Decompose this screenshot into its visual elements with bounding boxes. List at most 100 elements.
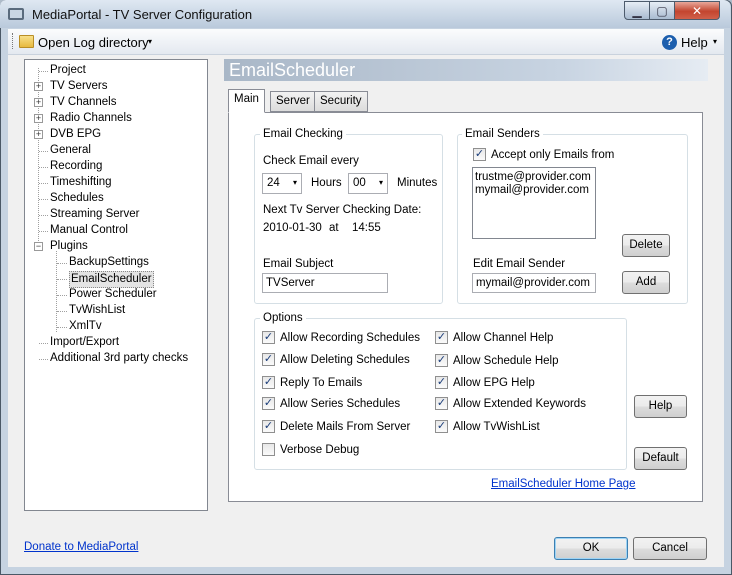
tree-item-manual-control[interactable]: Manual Control [50,223,128,238]
minimize-icon: ▁ [632,3,642,18]
minutes-label: Minutes [397,177,438,189]
expand-icon[interactable]: + [34,82,43,91]
allow-deleting-schedules-label: Allow Deleting Schedules [280,354,410,366]
open-log-directory-button[interactable]: Open Log directory [38,35,149,50]
allow-series-schedules-label: Allow Series Schedules [280,398,401,410]
email-subject-label: Email Subject [263,258,334,270]
tree-connector [39,167,48,168]
tree-item-tvwishlist[interactable]: TvWishList [69,303,125,318]
email-senders-list[interactable]: trustme@provider.com mymail@provider.com [472,167,596,239]
open-log-dropdown-icon[interactable]: ▾ [148,37,152,46]
allow-channel-help-checkbox[interactable]: ✓ [435,331,448,344]
tree-item-general[interactable]: General [50,143,91,158]
maximize-button[interactable]: ▢ [649,1,675,20]
allow-channel-help-label: Allow Channel Help [453,332,554,344]
allow-recording-schedules-checkbox[interactable]: ✓ [262,331,275,344]
allow-series-schedules-checkbox[interactable]: ✓ [262,397,275,410]
allow-tvwishlist-label: Allow TvWishList [453,421,540,433]
close-icon: ✕ [691,3,703,18]
reply-to-emails-label: Reply To Emails [280,377,363,389]
default-button[interactable]: Default [634,447,687,470]
tree-connector [39,343,48,344]
home-page-link[interactable]: EmailScheduler Home Page [491,478,635,490]
cancel-button[interactable]: Cancel [633,537,707,560]
next-checking-date-value: 2010-01-30 [263,222,322,234]
tree-item-emailscheduler[interactable]: EmailScheduler [69,271,154,288]
next-checking-date-label: Next Tv Server Checking Date: [263,204,422,216]
hours-select[interactable]: 24 ▾ [262,173,302,194]
hours-label: Hours [311,177,342,189]
tree-item-tv-channels[interactable]: TV Channels [50,95,116,110]
allow-deleting-schedules-checkbox[interactable]: ✓ [262,353,275,366]
check-icon: ✓ [436,354,447,366]
settings-tree[interactable]: Project + TV Servers + TV Channels + Radio Cha… [24,59,208,511]
allow-tvwishlist-checkbox[interactable]: ✓ [435,420,448,433]
expand-icon[interactable]: + [34,98,43,107]
delete-mails-from-server-checkbox[interactable]: ✓ [262,420,275,433]
next-checking-time-value: 14:55 [352,222,381,234]
tree-item-streaming-server[interactable]: Streaming Server [50,207,139,222]
tree-connector [39,151,48,152]
add-sender-button[interactable]: Add [622,271,670,294]
check-icon: ✓ [474,148,485,160]
tree-connector [57,279,67,280]
at-label: at [329,222,339,234]
tree-item-project[interactable]: Project [50,63,86,78]
toolbar-grip-icon[interactable] [12,33,15,49]
tree-item-schedules[interactable]: Schedules [50,191,104,206]
allow-epg-help-checkbox[interactable]: ✓ [435,376,448,389]
allow-recording-schedules-label: Allow Recording Schedules [280,332,420,344]
tree-item-timeshifting[interactable]: Timeshifting [50,175,112,190]
expand-icon[interactable]: + [34,130,43,139]
check-icon: ✓ [263,353,274,365]
tree-root-line [38,68,39,245]
email-subject-input[interactable]: TVServer [262,273,388,293]
tree-item-dvb-epg[interactable]: DVB EPG [50,127,101,142]
help-dropdown-icon[interactable]: ▾ [713,37,717,46]
tree-connector [39,183,48,184]
help-button[interactable]: Help [634,395,687,418]
chevron-down-icon: ▾ [378,178,383,187]
tab-security[interactable]: Security [314,91,368,112]
accept-only-checkbox[interactable]: ✓ [473,148,486,161]
allow-extended-keywords-checkbox[interactable]: ✓ [435,397,448,410]
tab-main[interactable]: Main [228,89,265,113]
reply-to-emails-checkbox[interactable]: ✓ [262,376,275,389]
tab-server[interactable]: Server [270,91,316,112]
folder-icon[interactable] [19,35,34,48]
donate-link[interactable]: Donate to MediaPortal [24,541,138,553]
check-icon: ✓ [263,331,274,343]
tree-item-recording[interactable]: Recording [50,159,102,174]
minimize-button[interactable]: ▁ [624,1,650,20]
check-icon: ✓ [436,331,447,343]
tree-item-power-scheduler[interactable]: Power Scheduler [69,287,157,302]
tree-item-import-export[interactable]: Import/Export [50,335,119,350]
edit-email-sender-input[interactable]: mymail@provider.com [472,273,596,293]
tree-connector [39,359,48,360]
tree-item-additional-3rd-party-checks[interactable]: Additional 3rd party checks [50,351,188,366]
tree-item-radio-channels[interactable]: Radio Channels [50,111,132,126]
minutes-select[interactable]: 00 ▾ [348,173,388,194]
verbose-debug-checkbox[interactable] [262,443,275,456]
ok-button[interactable]: OK [554,537,628,560]
check-icon: ✓ [263,376,274,388]
check-icon: ✓ [436,397,447,409]
help-menu-button[interactable]: Help [681,35,708,50]
tree-item-plugins[interactable]: Plugins [50,239,88,254]
list-item[interactable]: mymail@provider.com [475,184,593,197]
delete-sender-button[interactable]: Delete [622,234,670,257]
verbose-debug-label: Verbose Debug [280,444,360,456]
delete-mails-from-server-label: Delete Mails From Server [280,421,411,433]
app-icon [8,8,24,20]
help-icon[interactable]: ? [662,35,677,50]
list-item[interactable]: trustme@provider.com [475,171,593,184]
allow-extended-keywords-label: Allow Extended Keywords [453,398,586,410]
tree-item-tv-servers[interactable]: TV Servers [50,79,108,94]
expand-icon[interactable]: + [34,114,43,123]
close-button[interactable]: ✕ [674,1,720,20]
allow-schedule-help-checkbox[interactable]: ✓ [435,354,448,367]
tree-item-xmltv[interactable]: XmlTv [69,319,102,334]
collapse-icon[interactable]: − [34,242,43,251]
tree-connector [39,71,48,72]
tree-item-backupsettings[interactable]: BackupSettings [69,255,149,270]
